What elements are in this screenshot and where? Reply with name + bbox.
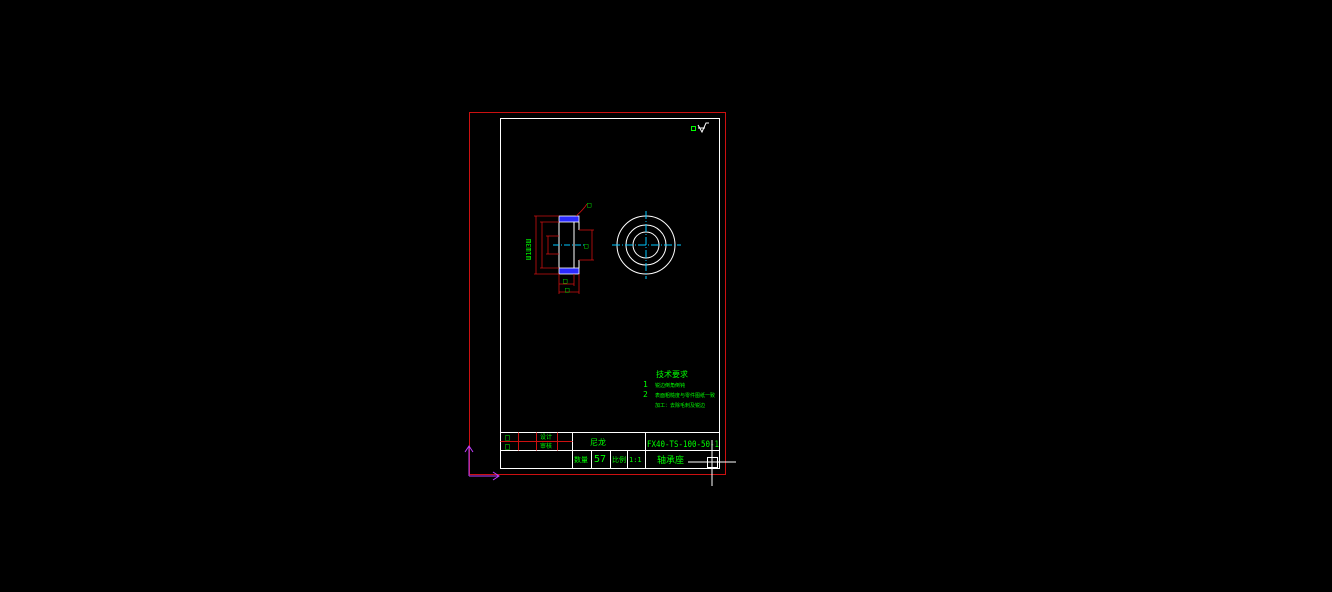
tech-req-line-2-text: 表面粗糙度与零件图纸一致 [655,392,715,399]
hatch-bottom [558,267,580,275]
title-quantity-label: 数量 [574,455,588,464]
dimension-bottom-tag-1: □ [563,277,567,285]
technical-requirements: 技术要求 1 锐边倒角倒钝 2 表面粗糙度与零件图纸一致 加工：去除毛刺及锐边 [643,369,715,409]
dimension-leader-tag: □ [587,201,591,209]
tech-req-line-1-number: 1 [643,380,648,389]
sheet-border [469,112,726,475]
tech-req-line-2-number: 2 [643,390,648,399]
title-left-cell-2: □ [505,442,510,451]
dimension-right-tag: □ [584,242,588,250]
title-scale-value: 1:1 [629,456,642,464]
hatch-top [558,215,580,223]
title-drawing-number: FX40-TS-100-50-1 [647,440,719,450]
tech-req-line-3-text: 加工：去除毛刺及锐边 [655,402,705,409]
title-quantity-value: 57 [594,454,606,465]
title-block [500,432,720,469]
title-checker-label: 审核 [540,442,552,450]
tech-req-heading: 技术要求 [656,369,688,379]
title-left-cell-1: □ [505,433,510,442]
title-material-label: 尼龙 [590,437,606,447]
drawing-canvas[interactable]: Ш1Ш3Ш □ □ □ □ 技术要求 1 锐边倒角倒钝 2 表面粗糙度与零件图纸… [0,0,1332,592]
drawing-frame [500,118,720,469]
dimension-diameter-stack: Ш1Ш3Ш [525,239,533,260]
title-scale-label: 比例 [612,455,626,464]
dimension-bottom-tag-2: □ [565,286,569,294]
surface-finish-symbol [691,122,709,134]
front-circle-view [612,211,681,279]
tech-req-line-1-text: 锐边倒角倒钝 [655,382,685,389]
title-part-name: 轴承座 [657,454,684,466]
title-designer-label: 设计 [540,433,552,441]
